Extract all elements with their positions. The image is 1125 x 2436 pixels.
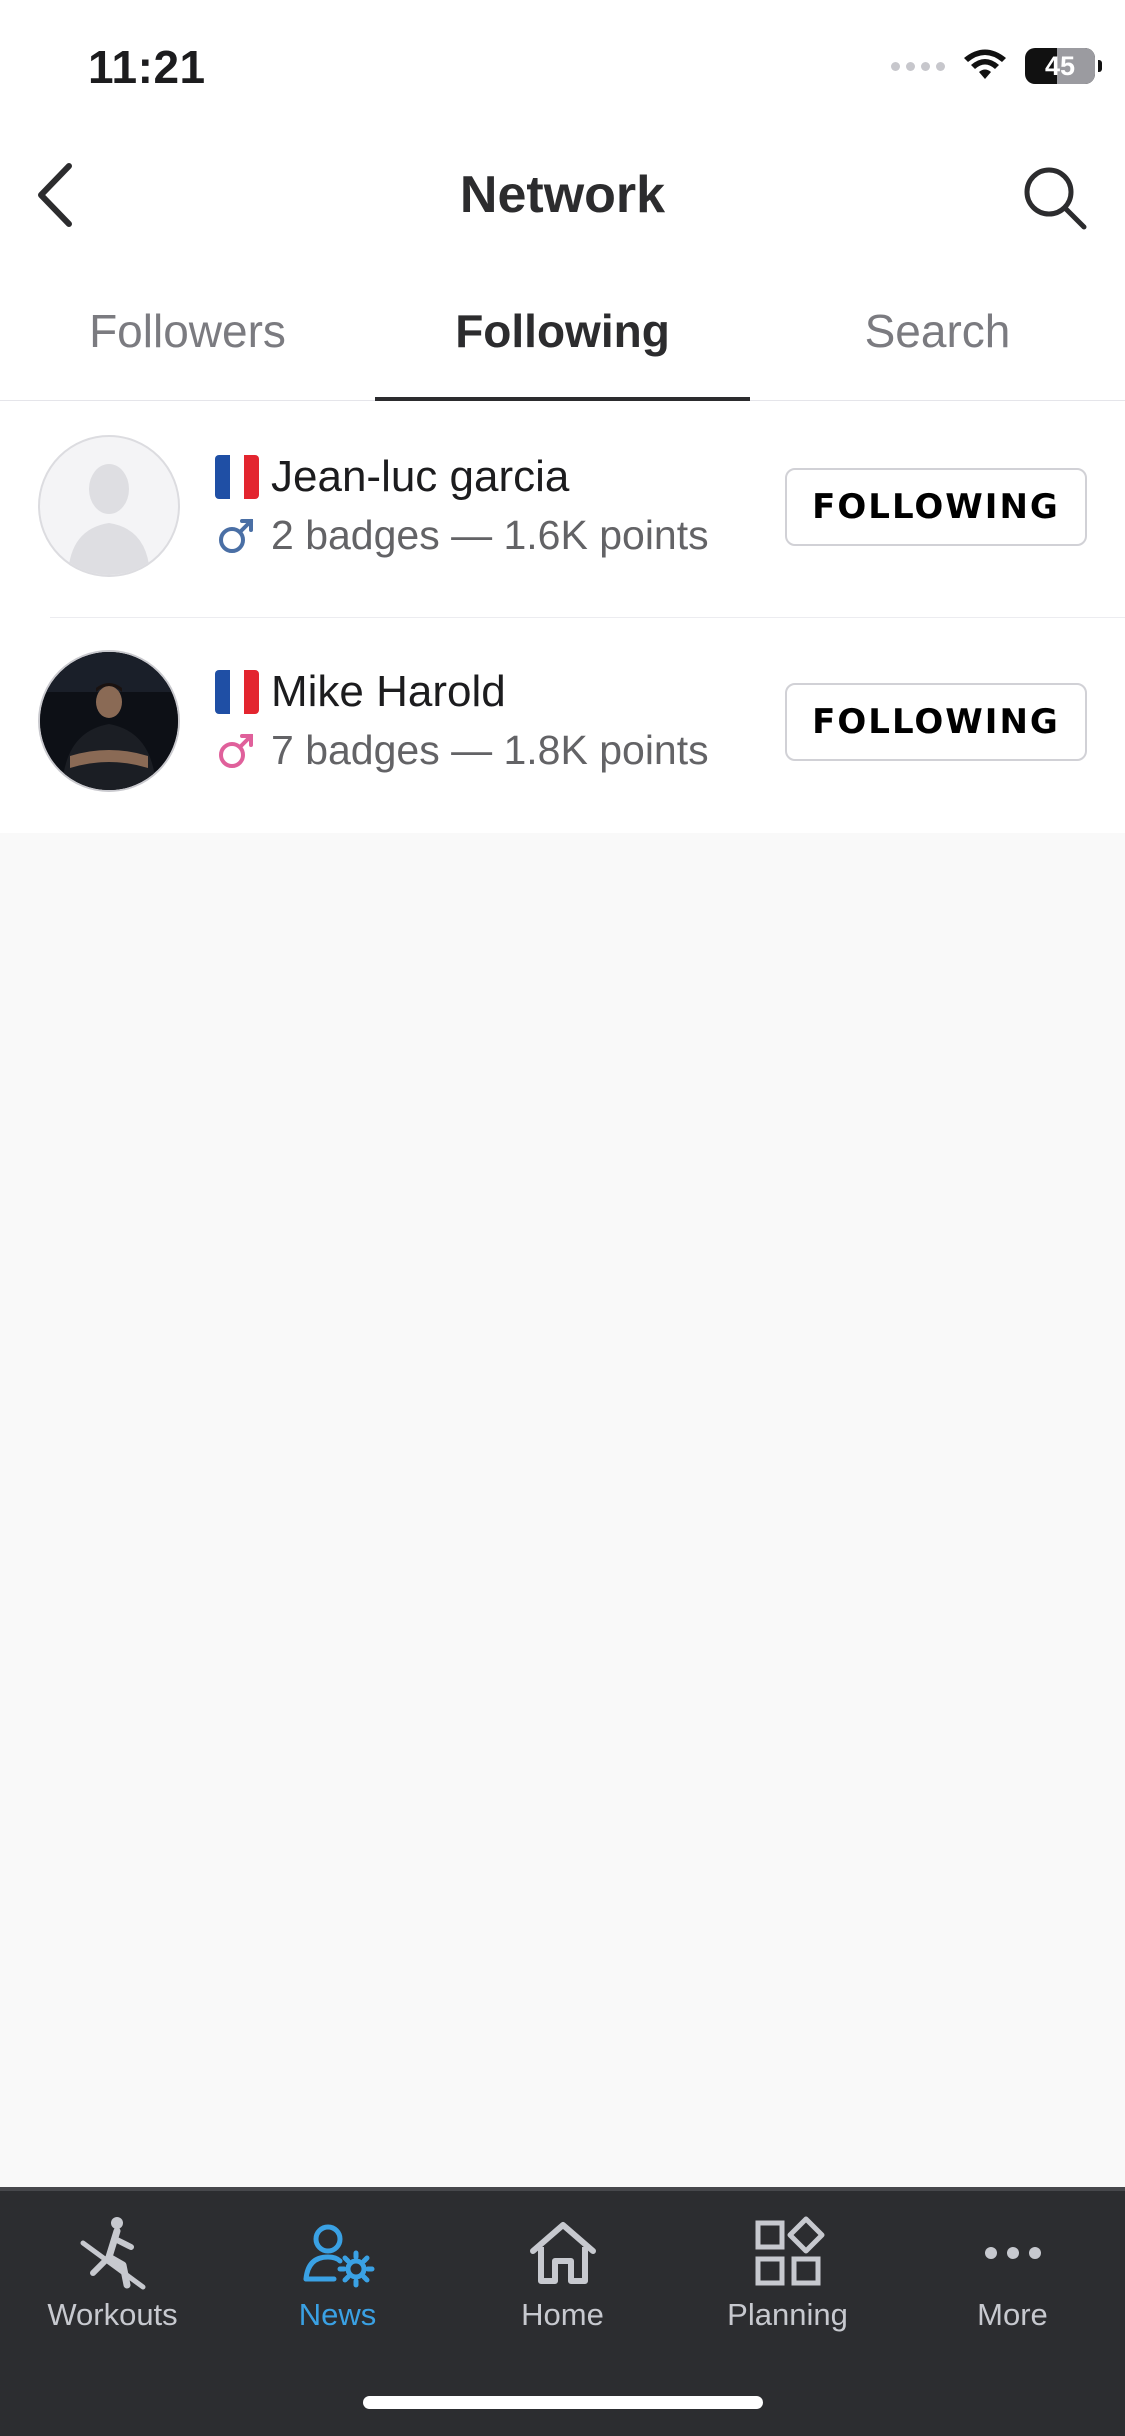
nav-item-news[interactable]: News bbox=[225, 2191, 450, 2361]
rowing-icon bbox=[80, 2217, 145, 2290]
battery-icon: 45 bbox=[1025, 48, 1102, 84]
more-dots-icon bbox=[984, 2247, 1041, 2259]
tab-search[interactable]: Search bbox=[750, 292, 1125, 400]
status-icons: 45 bbox=[891, 46, 1102, 86]
nav-item-home[interactable]: Home bbox=[450, 2191, 675, 2361]
user-meta-line: 2 badges — 1.6K points bbox=[215, 512, 709, 559]
user-meta-line: 7 badges — 1.8K points bbox=[215, 727, 709, 774]
tab-following[interactable]: Following bbox=[375, 292, 750, 401]
user-stats: 7 badges — 1.8K points bbox=[271, 727, 709, 773]
user-gear-icon bbox=[303, 2224, 374, 2288]
following-button[interactable]: FOLLOWING bbox=[785, 468, 1087, 546]
grid-diamond-icon bbox=[755, 2216, 824, 2286]
nav-item-more[interactable]: More bbox=[900, 2191, 1125, 2361]
user-name-line: Mike Harold bbox=[215, 667, 506, 717]
wifi-icon bbox=[964, 49, 1006, 79]
avatar[interactable] bbox=[38, 650, 180, 792]
tab-bar: Followers Following Search bbox=[0, 292, 1125, 401]
nav-item-planning[interactable]: Planning bbox=[675, 2191, 900, 2361]
battery-level: 45 bbox=[1044, 50, 1076, 81]
home-icon bbox=[529, 2222, 596, 2284]
nav-label: Home bbox=[521, 2297, 604, 2332]
nav-label: News bbox=[298, 2297, 377, 2332]
search-button[interactable] bbox=[1015, 158, 1095, 238]
user-name-line: Jean-luc garcia bbox=[215, 452, 569, 502]
placeholder-avatar-icon bbox=[68, 464, 150, 575]
nav-label: Workouts bbox=[47, 2297, 178, 2332]
user-name[interactable]: Mike Harold bbox=[271, 667, 506, 717]
home-indicator[interactable] bbox=[363, 2396, 763, 2409]
male-symbol-icon bbox=[219, 518, 253, 553]
following-list: Jean-luc garcia 2 badges — 1.6K points F… bbox=[0, 402, 1125, 832]
user-name[interactable]: Jean-luc garcia bbox=[271, 452, 569, 502]
status-time: 11:21 bbox=[88, 41, 206, 93]
avatar[interactable] bbox=[38, 435, 180, 577]
following-button[interactable]: FOLLOWING bbox=[785, 683, 1087, 761]
list-item[interactable]: Mike Harold 7 badges — 1.8K points FOLLO… bbox=[0, 617, 1125, 832]
male-symbol-icon bbox=[219, 733, 253, 768]
search-icon bbox=[1024, 167, 1087, 230]
profile-photo bbox=[40, 652, 178, 790]
list-item[interactable]: Jean-luc garcia 2 badges — 1.6K points F… bbox=[0, 402, 1125, 617]
nav-item-workouts[interactable]: Workouts bbox=[0, 2191, 225, 2361]
nav-label: Planning bbox=[727, 2297, 848, 2332]
tab-followers[interactable]: Followers bbox=[0, 292, 375, 400]
nav-label: More bbox=[977, 2297, 1048, 2332]
france-flag-icon bbox=[215, 670, 259, 714]
page-title: Network bbox=[459, 166, 666, 224]
user-stats: 2 badges — 1.6K points bbox=[271, 512, 709, 558]
cellular-signal-icon bbox=[891, 61, 945, 71]
france-flag-icon bbox=[215, 455, 259, 499]
